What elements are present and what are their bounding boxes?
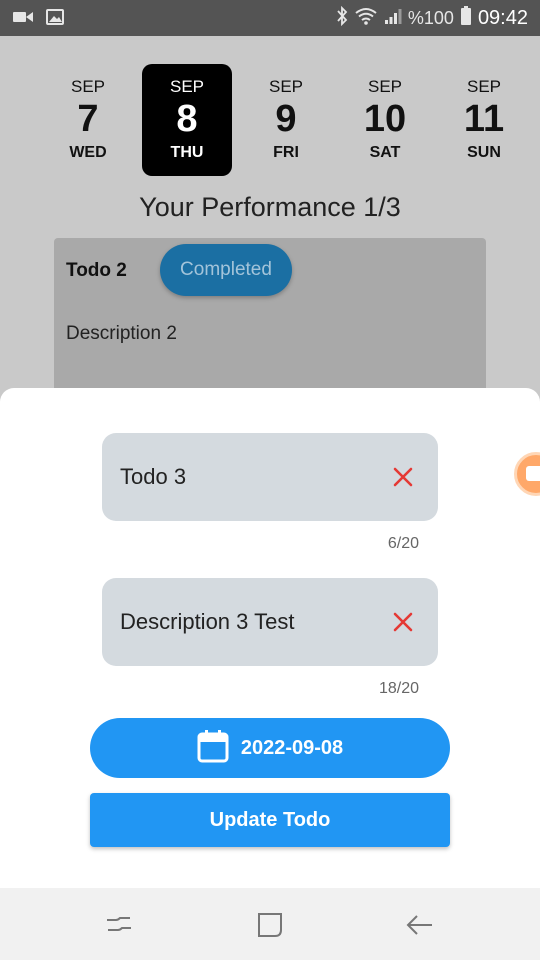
date-picker-button[interactable]: 2022-09-08 — [90, 718, 450, 778]
update-todo-button[interactable]: Update Todo — [90, 793, 450, 847]
date-day: 9 — [275, 98, 297, 140]
date-weekday: WED — [69, 144, 107, 161]
date-day: 8 — [176, 98, 198, 140]
date-strip[interactable]: SEP 7 WED SEP 8 THU SEP 9 FRI SEP 10 SAT… — [38, 64, 508, 176]
date-month: SEP — [169, 77, 205, 96]
navigation-bar — [0, 888, 540, 960]
date-item-sep-10[interactable]: SEP 10 SAT — [340, 64, 430, 176]
clear-icon[interactable] — [390, 609, 416, 635]
wifi-icon — [354, 6, 378, 31]
date-picker-label: 2022-09-08 — [240, 736, 344, 759]
status-right: %100 09:42 — [336, 5, 528, 31]
title-char-counter: 6/20 — [387, 535, 419, 552]
status-time: 09:42 — [477, 7, 528, 29]
todo-title-field[interactable]: Todo 3 — [102, 433, 438, 521]
image-icon — [46, 9, 64, 29]
status-left — [12, 9, 64, 29]
clear-icon[interactable] — [390, 464, 416, 490]
date-item-sep-7[interactable]: SEP 7 WED — [43, 64, 133, 176]
todo-description-value: Description 3 Test — [120, 609, 295, 634]
date-month: SEP — [367, 77, 403, 96]
todo-card[interactable]: Todo 2 Completed Description 2 — [54, 238, 486, 408]
todo-description-field[interactable]: Description 3 Test — [102, 578, 438, 666]
date-day: 7 — [77, 98, 99, 140]
back-icon[interactable] — [405, 910, 435, 940]
edit-todo-sheet: Todo 3 6/20 Description 3 Test 18/20 202… — [0, 388, 540, 888]
todo-description: Description 2 — [66, 323, 177, 344]
calendar-icon — [197, 729, 229, 767]
battery-icon — [460, 6, 472, 31]
home-icon[interactable] — [255, 910, 285, 940]
date-weekday: SUN — [467, 144, 501, 161]
battery-percent: %100 — [407, 8, 454, 28]
date-day: 10 — [363, 98, 407, 140]
completed-status-chip[interactable]: Completed — [160, 244, 292, 296]
date-weekday: THU — [170, 144, 204, 161]
date-item-sep-11[interactable]: SEP 11 SUN — [439, 64, 529, 176]
performance-title: Your Performance 1/3 — [139, 192, 401, 222]
video-icon — [12, 9, 34, 29]
todo-title: Todo 2 — [66, 260, 127, 281]
date-item-sep-9[interactable]: SEP 9 FRI — [241, 64, 331, 176]
date-month: SEP — [466, 77, 502, 96]
date-item-sep-8-selected[interactable]: SEP 8 THU — [142, 64, 232, 176]
date-month: SEP — [268, 77, 304, 96]
date-month: SEP — [70, 77, 106, 96]
recent-apps-icon[interactable] — [104, 910, 134, 940]
date-weekday: FRI — [273, 144, 299, 161]
date-day: 11 — [463, 98, 505, 140]
todo-title-value: Todo 3 — [120, 464, 187, 489]
description-char-counter: 18/20 — [378, 680, 419, 697]
date-weekday: SAT — [369, 144, 401, 161]
signal-icon — [384, 7, 402, 30]
status-bar: %100 09:42 — [0, 0, 540, 36]
bluetooth-icon — [336, 5, 348, 31]
